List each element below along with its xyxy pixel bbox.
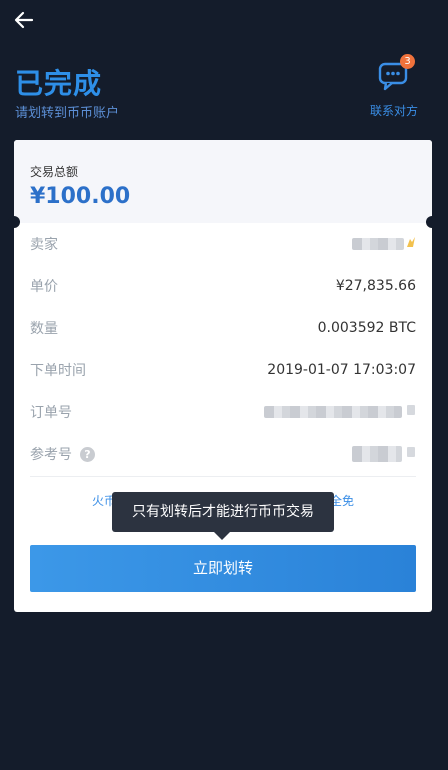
copy-icon[interactable] (406, 404, 416, 420)
reference-number-label: 参考号 (30, 447, 72, 463)
page-subtitle: 请划转到币币账户 (15, 106, 120, 121)
unit-price-row: 单价 ¥27,835.66 (30, 274, 416, 298)
order-number-row: 订单号 (30, 400, 416, 424)
total-amount: ¥100.00 (30, 184, 131, 209)
transfer-now-button[interactable]: 立即划转 (30, 545, 416, 592)
unit-price-value: ¥27,835.66 (335, 278, 416, 294)
contact-counterparty-button[interactable]: 3 联系对方 (362, 54, 426, 120)
card-notch-left (8, 216, 20, 228)
page-title: 已完成 (15, 67, 103, 100)
crown-icon (406, 236, 416, 252)
order-number-label: 订单号 (30, 405, 72, 421)
chat-icon (377, 62, 411, 96)
reference-number-redacted (352, 446, 402, 462)
order-time-row: 下单时间 2019-01-07 17:03:07 (30, 358, 416, 382)
divider (30, 476, 416, 477)
message-count-badge: 3 (400, 54, 415, 69)
contact-label: 联系对方 (369, 104, 418, 118)
back-arrow-icon[interactable] (12, 8, 36, 32)
transfer-tooltip: 只有划转后才能进行币币交易 (112, 492, 334, 540)
total-section: 交易总额 ¥100.00 (14, 140, 432, 223)
card-notch-right (426, 216, 438, 228)
quantity-value: 0.003592 BTC (317, 320, 416, 336)
reference-number-row: 参考号 ? (30, 442, 416, 466)
unit-price-label: 单价 (30, 279, 58, 295)
order-card: 交易总额 ¥100.00 卖家 单价 ¥27,835.66 数量 0.00359… (8, 140, 438, 612)
seller-label: 卖家 (30, 237, 58, 253)
order-time-value: 2019-01-07 17:03:07 (267, 362, 416, 378)
quantity-label: 数量 (30, 321, 58, 337)
tooltip-text: 只有划转后才能进行币币交易 (132, 504, 314, 520)
quantity-row: 数量 0.003592 BTC (30, 316, 416, 340)
tooltip-arrow (214, 532, 230, 540)
total-label: 交易总额 (30, 165, 79, 179)
seller-name-redacted (352, 238, 404, 250)
copy-icon[interactable] (406, 446, 416, 462)
order-time-label: 下单时间 (30, 363, 86, 379)
order-number-redacted (264, 406, 402, 418)
seller-row: 卖家 (30, 232, 416, 256)
help-icon[interactable]: ? (80, 446, 95, 462)
